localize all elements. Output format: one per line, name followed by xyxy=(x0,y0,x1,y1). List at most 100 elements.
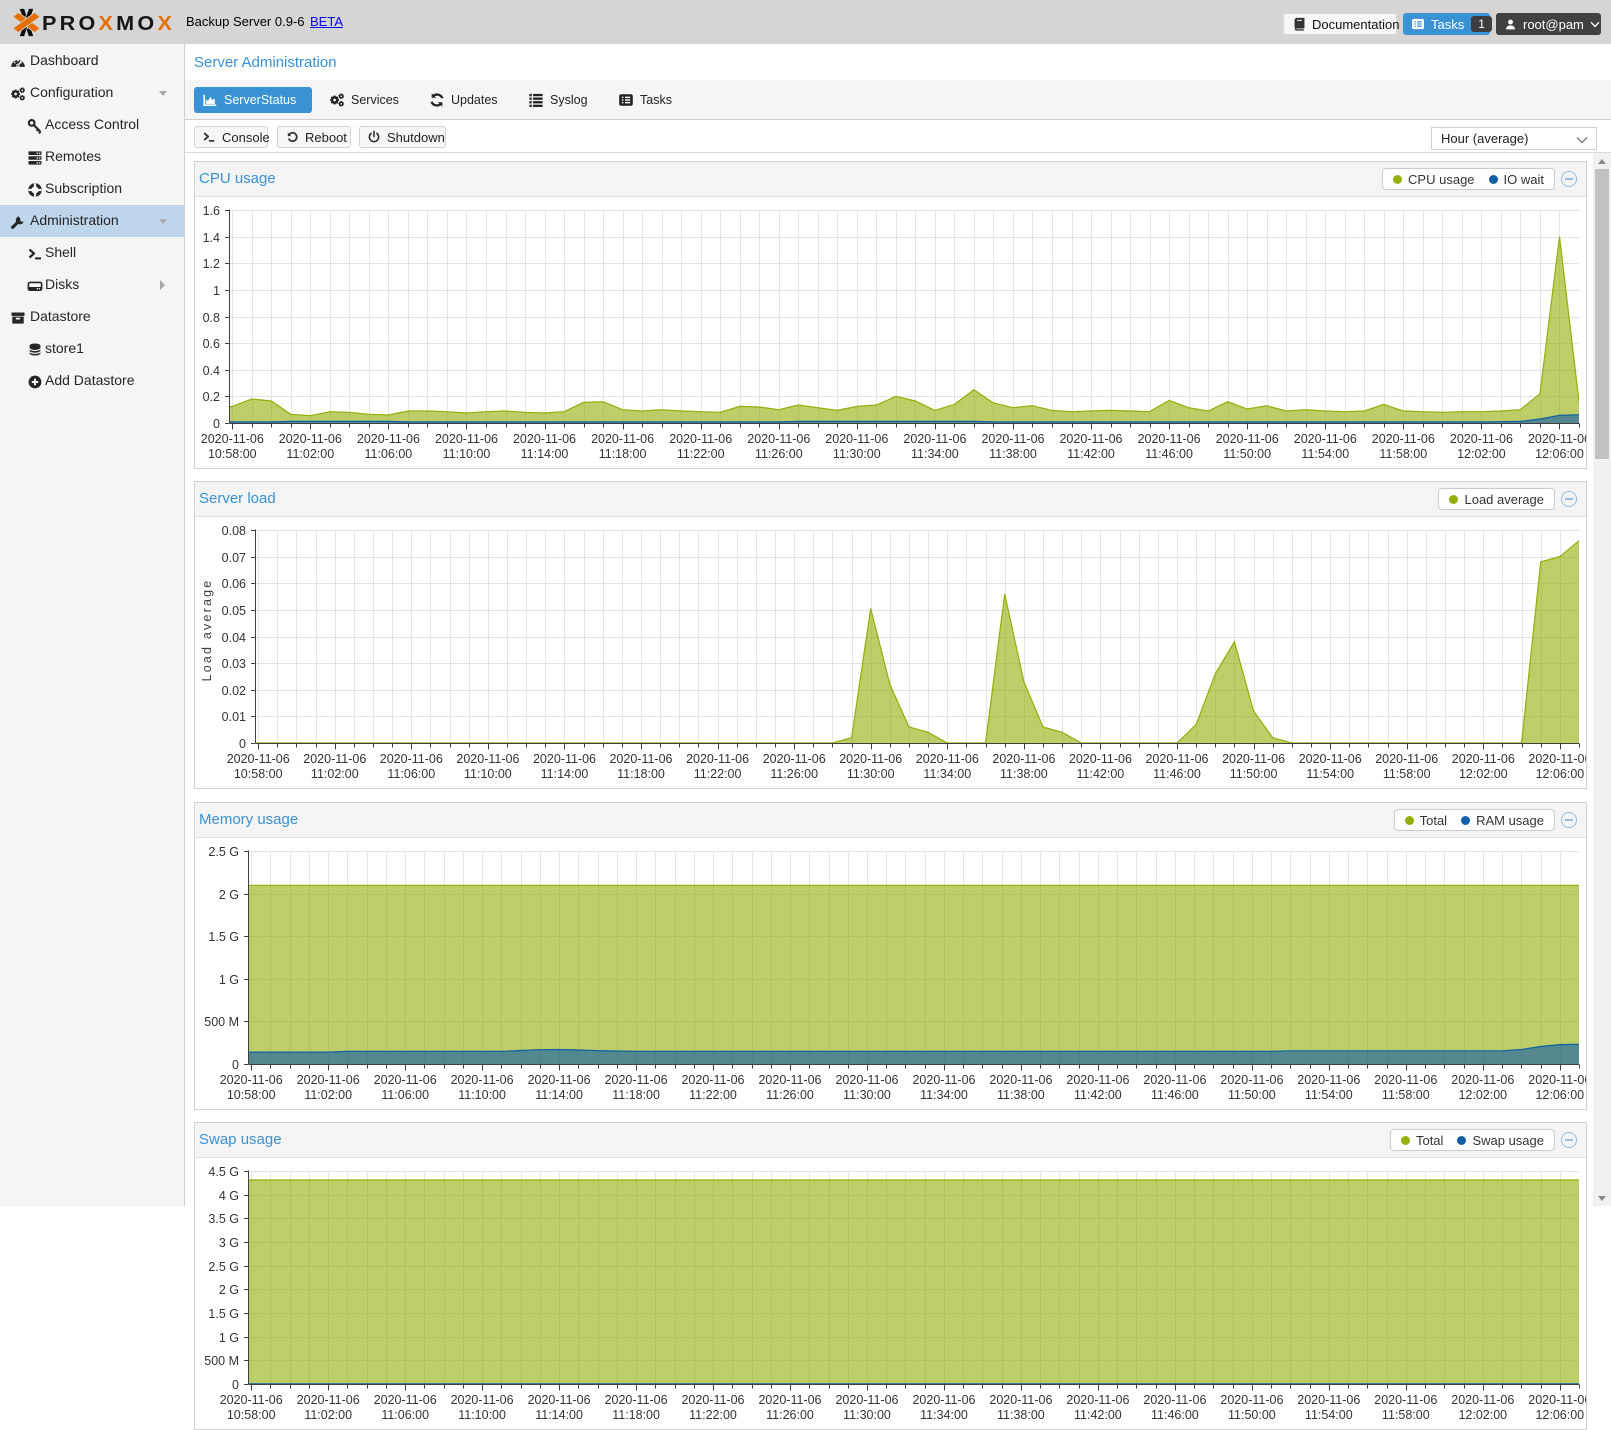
svg-text:2020-11-06: 2020-11-06 xyxy=(1528,1073,1586,1087)
svg-text:0.4: 0.4 xyxy=(203,364,220,378)
svg-text:3.5 G: 3.5 G xyxy=(208,1212,239,1226)
svg-text:2020-11-06: 2020-11-06 xyxy=(528,1073,591,1087)
svg-text:2020-11-06: 2020-11-06 xyxy=(758,1393,821,1407)
svg-text:11:14:00: 11:14:00 xyxy=(541,767,589,781)
svg-text:Load average: Load average xyxy=(200,579,214,682)
svg-text:11:22:00: 11:22:00 xyxy=(694,767,742,781)
svg-text:10:58:00: 10:58:00 xyxy=(234,767,283,781)
svg-text:0: 0 xyxy=(239,737,246,751)
svg-text:11:38:00: 11:38:00 xyxy=(1000,767,1048,781)
svg-text:2020-11-06: 2020-11-06 xyxy=(1222,752,1285,766)
svg-text:11:46:00: 11:46:00 xyxy=(1153,767,1201,781)
svg-text:11:34:00: 11:34:00 xyxy=(920,1088,968,1102)
svg-text:2020-11-06: 2020-11-06 xyxy=(297,1393,360,1407)
svg-text:1.2: 1.2 xyxy=(203,257,220,271)
svg-text:11:02:00: 11:02:00 xyxy=(304,1088,352,1102)
svg-text:11:26:00: 11:26:00 xyxy=(755,447,803,461)
svg-text:11:02:00: 11:02:00 xyxy=(311,767,359,781)
svg-text:11:10:00: 11:10:00 xyxy=(443,447,491,461)
svg-text:2020-11-06: 2020-11-06 xyxy=(1375,752,1438,766)
svg-text:11:46:00: 11:46:00 xyxy=(1151,1088,1199,1102)
svg-text:11:42:00: 11:42:00 xyxy=(1077,767,1125,781)
svg-text:11:30:00: 11:30:00 xyxy=(847,767,895,781)
svg-text:2020-11-06: 2020-11-06 xyxy=(1066,1073,1129,1087)
svg-text:12:02:00: 12:02:00 xyxy=(1458,1088,1507,1102)
svg-text:0.01: 0.01 xyxy=(222,710,246,724)
svg-text:2020-11-06: 2020-11-06 xyxy=(1297,1393,1360,1407)
svg-text:2020-11-06: 2020-11-06 xyxy=(533,752,596,766)
svg-text:0.06: 0.06 xyxy=(222,577,246,591)
svg-text:2020-11-06: 2020-11-06 xyxy=(763,752,826,766)
svg-text:2020-11-06: 2020-11-06 xyxy=(1451,1393,1514,1407)
svg-text:2020-11-06: 2020-11-06 xyxy=(1066,1393,1129,1407)
svg-text:2020-11-06: 2020-11-06 xyxy=(686,752,749,766)
svg-text:11:54:00: 11:54:00 xyxy=(1305,1088,1353,1102)
svg-text:10:58:00: 10:58:00 xyxy=(227,1408,276,1422)
svg-text:11:58:00: 11:58:00 xyxy=(1383,767,1431,781)
svg-text:10:58:00: 10:58:00 xyxy=(208,447,257,461)
svg-text:11:18:00: 11:18:00 xyxy=(612,1088,660,1102)
svg-text:11:38:00: 11:38:00 xyxy=(989,447,1037,461)
svg-text:2020-11-06: 2020-11-06 xyxy=(297,1073,360,1087)
svg-text:11:26:00: 11:26:00 xyxy=(770,767,818,781)
svg-text:11:06:00: 11:06:00 xyxy=(365,447,413,461)
svg-text:12:02:00: 12:02:00 xyxy=(1458,1408,1507,1422)
svg-text:1: 1 xyxy=(213,284,220,298)
svg-text:0.8: 0.8 xyxy=(203,311,220,325)
svg-text:2020-11-06: 2020-11-06 xyxy=(835,1073,898,1087)
svg-text:12:02:00: 12:02:00 xyxy=(1457,447,1506,461)
svg-text:2020-11-06: 2020-11-06 xyxy=(1143,1073,1206,1087)
svg-text:11:30:00: 11:30:00 xyxy=(833,447,881,461)
svg-text:2020-11-06: 2020-11-06 xyxy=(1069,752,1132,766)
svg-text:2020-11-06: 2020-11-06 xyxy=(1374,1073,1437,1087)
svg-text:11:06:00: 11:06:00 xyxy=(387,767,435,781)
svg-text:2020-11-06: 2020-11-06 xyxy=(1528,432,1586,446)
svg-text:11:06:00: 11:06:00 xyxy=(381,1088,429,1102)
svg-text:11:38:00: 11:38:00 xyxy=(997,1088,1045,1102)
svg-text:2 G: 2 G xyxy=(219,888,239,902)
svg-text:2020-11-06: 2020-11-06 xyxy=(989,1393,1052,1407)
svg-text:2020-11-06: 2020-11-06 xyxy=(513,432,576,446)
svg-text:12:02:00: 12:02:00 xyxy=(1459,767,1508,781)
svg-text:4 G: 4 G xyxy=(219,1189,239,1203)
svg-text:0.03: 0.03 xyxy=(222,657,246,671)
svg-text:1 G: 1 G xyxy=(219,973,239,987)
svg-text:11:46:00: 11:46:00 xyxy=(1151,1408,1199,1422)
svg-text:3 G: 3 G xyxy=(219,1236,239,1250)
svg-text:11:22:00: 11:22:00 xyxy=(677,447,725,461)
svg-text:2020-11-06: 2020-11-06 xyxy=(839,752,902,766)
svg-text:2020-11-06: 2020-11-06 xyxy=(227,752,290,766)
svg-text:1 G: 1 G xyxy=(219,1331,239,1345)
svg-text:2020-11-06: 2020-11-06 xyxy=(669,432,732,446)
svg-text:11:22:00: 11:22:00 xyxy=(689,1088,737,1102)
svg-text:2.5 G: 2.5 G xyxy=(208,845,239,859)
svg-text:0.04: 0.04 xyxy=(222,631,246,645)
svg-text:11:58:00: 11:58:00 xyxy=(1382,1408,1430,1422)
svg-text:2020-11-06: 2020-11-06 xyxy=(591,432,654,446)
svg-text:2020-11-06: 2020-11-06 xyxy=(912,1393,975,1407)
svg-text:11:54:00: 11:54:00 xyxy=(1305,1408,1353,1422)
svg-text:2020-11-06: 2020-11-06 xyxy=(201,432,264,446)
svg-text:0.02: 0.02 xyxy=(222,684,246,698)
svg-text:1.5 G: 1.5 G xyxy=(208,1307,239,1321)
svg-text:12:06:00: 12:06:00 xyxy=(1535,447,1584,461)
svg-text:11:54:00: 11:54:00 xyxy=(1306,767,1354,781)
svg-text:1.6: 1.6 xyxy=(203,204,220,218)
svg-text:2020-11-06: 2020-11-06 xyxy=(1528,1393,1586,1407)
svg-text:2020-11-06: 2020-11-06 xyxy=(1528,752,1586,766)
svg-text:11:42:00: 11:42:00 xyxy=(1074,1408,1122,1422)
svg-text:2020-11-06: 2020-11-06 xyxy=(435,432,498,446)
svg-text:0.08: 0.08 xyxy=(222,524,246,538)
svg-text:1.5 G: 1.5 G xyxy=(208,930,239,944)
svg-text:11:50:00: 11:50:00 xyxy=(1228,1088,1276,1102)
svg-text:2020-11-06: 2020-11-06 xyxy=(1372,432,1435,446)
svg-text:0.05: 0.05 xyxy=(222,604,246,618)
svg-text:11:14:00: 11:14:00 xyxy=(521,447,569,461)
svg-text:0: 0 xyxy=(232,1378,239,1392)
svg-text:2020-11-06: 2020-11-06 xyxy=(981,432,1044,446)
svg-text:0: 0 xyxy=(213,417,220,431)
svg-text:2020-11-06: 2020-11-06 xyxy=(456,752,519,766)
svg-text:2020-11-06: 2020-11-06 xyxy=(1297,1073,1360,1087)
svg-text:11:14:00: 11:14:00 xyxy=(535,1408,583,1422)
svg-text:2020-11-06: 2020-11-06 xyxy=(374,1393,437,1407)
